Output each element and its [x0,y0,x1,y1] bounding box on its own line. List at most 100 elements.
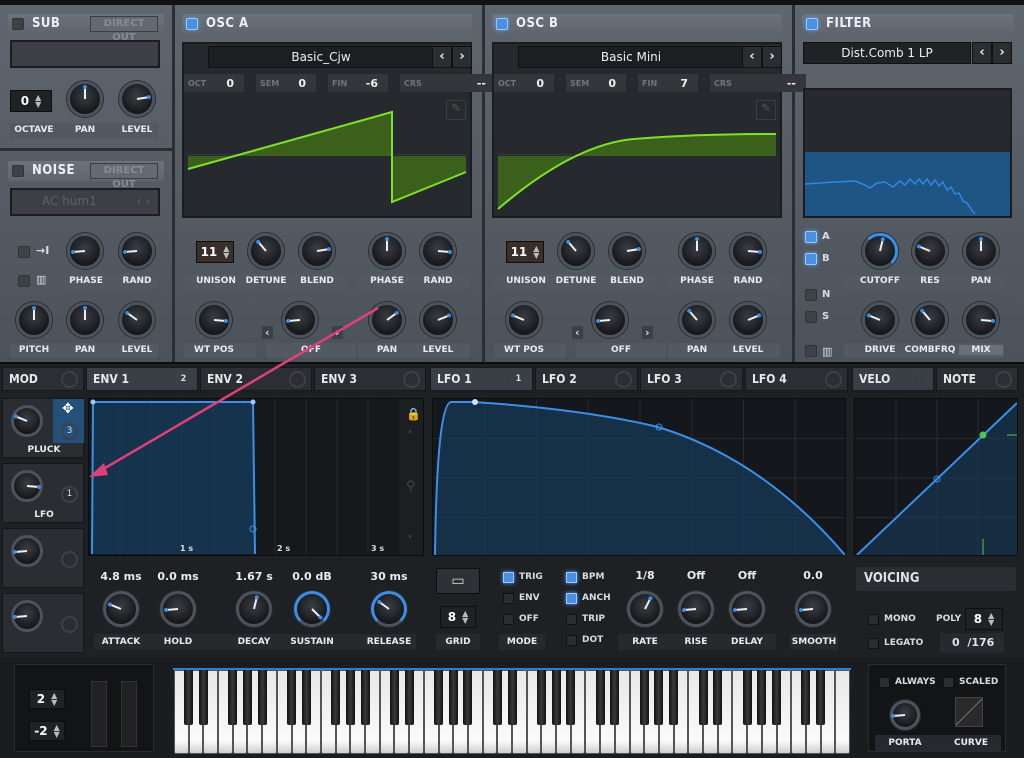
warp-next-button[interactable]: › [332,326,343,339]
mod-slot[interactable] [2,593,84,653]
env-release-knob[interactable] [371,591,407,627]
osc-a-next-button[interactable]: › [452,46,472,68]
black-key[interactable] [228,670,238,725]
osc-b-prev-button[interactable]: ‹ [742,46,762,68]
osc-b-phase-knob[interactable] [679,233,715,269]
filter-route-b-toggle[interactable] [805,253,817,265]
filter-type-selector[interactable]: Dist.Comb 1 LP [803,42,971,64]
mono-toggle[interactable] [868,614,879,625]
mod-slot-pluck[interactable]: ✥ 3 PLUCK [2,398,84,458]
osc-b-wavetable-selector[interactable]: Basic Mini [518,46,744,68]
noise-sample-selector[interactable]: AC hum1 ‹ › [10,188,160,216]
filter-combfrq-knob[interactable] [912,302,948,338]
env-tab-2[interactable]: ENV 2 [200,367,312,391]
env-decay-knob[interactable] [236,591,272,627]
noise-level-knob[interactable] [119,302,155,338]
curve-shape-button[interactable] [955,697,983,727]
noise-nav-arrows-icon[interactable]: ‹ › [137,194,150,208]
black-key[interactable] [639,670,649,725]
always-toggle[interactable] [879,677,890,688]
black-key[interactable] [742,670,752,725]
osc-b-wtpos-knob[interactable] [506,302,542,338]
black-key[interactable] [287,670,297,725]
osc-b-waveform[interactable] [494,94,780,216]
filter-prev-button[interactable]: ‹ [972,42,992,64]
sub-level-knob[interactable] [119,81,155,117]
black-key[interactable] [713,670,723,725]
sub-octave-stepper[interactable]: 0 ▲ ▼ [10,90,52,112]
filter-cutoff-knob[interactable] [862,233,898,269]
filter-mix-knob[interactable] [963,302,999,338]
osc-b-tune-oct[interactable]: OCT 0 [494,74,554,92]
chevron-down-icon[interactable]: ˅ [407,534,413,548]
black-key[interactable] [536,670,546,725]
osc-a-tune-crs[interactable]: CRS -- [400,74,496,92]
osc-a-unison-stepper[interactable]: 11 ▲ ▼ [196,241,234,263]
osc-a-phase-knob[interactable] [369,233,405,269]
lfo-mode-off-toggle[interactable] [503,614,514,625]
osc-a-tune-fin[interactable]: FIN -6 [328,74,388,92]
osc-b-tune-sem[interactable]: SEM 0 [566,74,626,92]
sub-pan-knob[interactable] [67,81,103,117]
pitch-bend-up-stepper[interactable]: 2 ▲ ▼ [29,689,65,709]
osc-b-warp-knob[interactable] [592,302,628,338]
filter-pan-knob[interactable] [963,233,999,269]
black-key[interactable] [772,670,782,725]
velocity-graph[interactable] [854,398,1018,556]
osc-a-blend-knob[interactable] [299,233,335,269]
mod-knob[interactable] [11,405,43,437]
osc-b-rand-knob[interactable] [730,233,766,269]
black-key[interactable] [698,670,708,725]
warp-prev-button[interactable]: ‹ [262,326,273,339]
lfo-preset-folder-button[interactable]: ▭ [436,568,480,594]
osc-a-waveform[interactable] [184,94,470,216]
label-mix[interactable]: MIX [959,345,1003,355]
noise-phase-knob[interactable] [67,233,103,269]
env-graph[interactable]: 1 s 2 s 3 s 🔒 ˄ ⚲ ˅ [88,398,424,556]
black-key[interactable] [669,670,679,725]
porta-knob[interactable] [890,700,920,730]
noise-rand-knob[interactable] [119,233,155,269]
chevron-up-icon[interactable]: ˄ [407,429,413,443]
osc-b-next-button[interactable]: › [762,46,782,68]
zoom-icon[interactable]: ⚲ [406,479,416,494]
mod-wheel[interactable] [121,681,137,747]
black-key[interactable] [507,670,517,725]
osc-b-tune-fin[interactable]: FIN 7 [638,74,698,92]
noise-pan-knob[interactable] [67,302,103,338]
mod-slot[interactable] [2,528,84,588]
black-key[interactable] [345,670,355,725]
osc-b-enable-toggle[interactable] [496,18,508,30]
sub-enable-toggle[interactable] [12,18,24,30]
osc-b-detune-knob[interactable] [558,233,594,269]
osc-a-pan-knob[interactable] [369,302,405,338]
black-key[interactable] [566,670,576,725]
black-key[interactable] [242,670,252,725]
noise-oneshot-toggle[interactable] [18,246,30,258]
lfo-tab-4[interactable]: LFO 4 [745,367,848,391]
osc-b-unison-stepper[interactable]: 11 ▲ ▼ [506,241,544,263]
black-key[interactable] [301,670,311,725]
mod-knob[interactable] [11,535,43,567]
lfo-tab-1[interactable]: LFO 1 1 [430,367,533,391]
lfo-mode-env-toggle[interactable] [503,593,514,604]
lfo-option-dot-toggle[interactable] [566,635,577,646]
osc-b-pan-knob[interactable] [679,302,715,338]
black-key[interactable] [463,670,473,725]
velo-tab-1[interactable]: VELO [852,367,934,391]
osc-b-tune-crs[interactable]: CRS -- [710,74,806,92]
legato-toggle[interactable] [868,638,879,649]
white-key[interactable] [835,670,850,754]
osc-a-wtpos-knob[interactable] [196,302,232,338]
mod-knob[interactable] [11,470,43,502]
osc-a-enable-toggle[interactable] [186,18,198,30]
lfo-rise-knob[interactable] [678,591,714,627]
noise-keytrack-toggle[interactable] [18,275,30,287]
poly-stepper[interactable]: 8 ▲ ▼ [965,608,1003,630]
lfo-grid-stepper[interactable]: 8 ▲ ▼ [440,606,476,628]
black-key[interactable] [492,670,502,725]
black-key[interactable] [801,670,811,725]
black-key[interactable] [331,670,341,725]
black-key[interactable] [816,670,826,725]
warp-next-button[interactable]: › [642,326,653,339]
